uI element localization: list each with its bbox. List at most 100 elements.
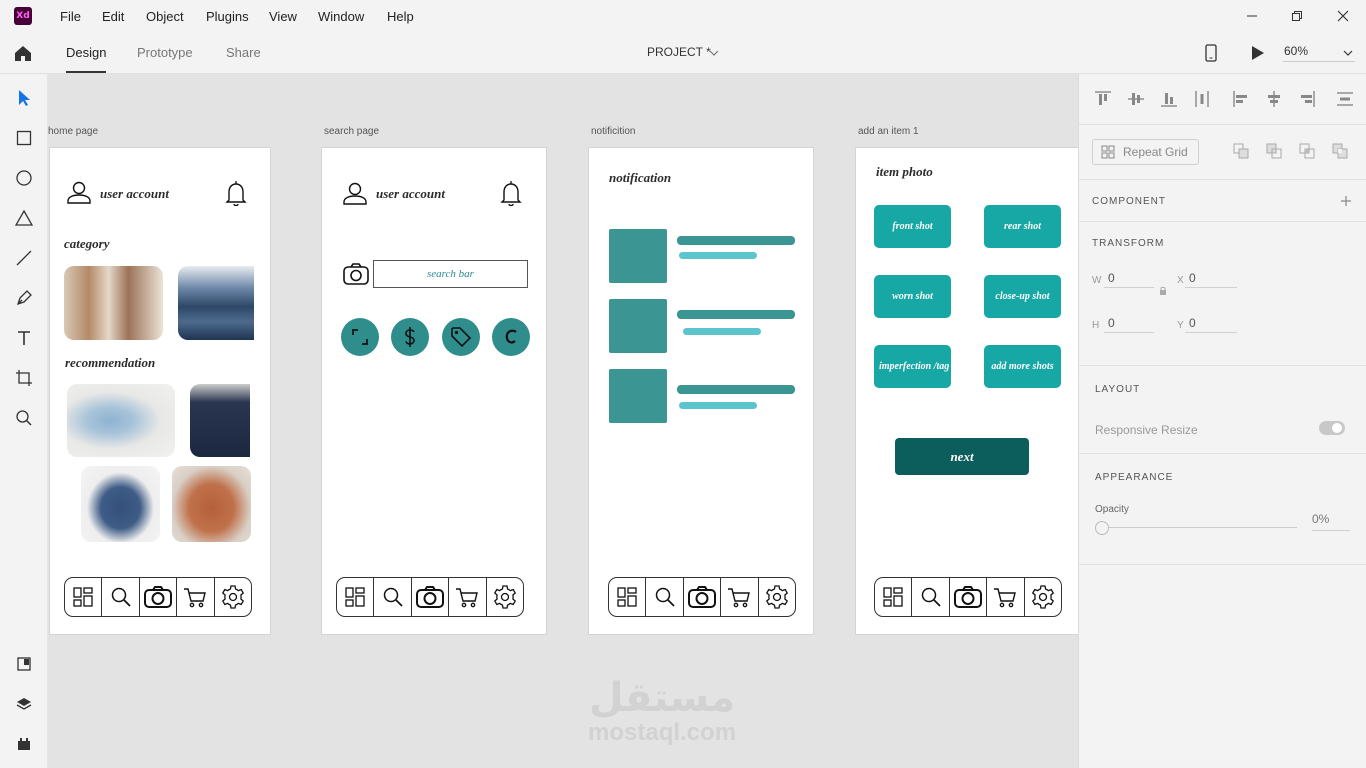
category-photo-clothes[interactable] (64, 266, 163, 340)
menu-file[interactable]: File (60, 9, 81, 24)
boolean-add-icon[interactable] (1232, 142, 1250, 160)
tab-prototype[interactable]: Prototype (137, 45, 193, 60)
rear-shot-button[interactable]: rear shot (984, 205, 1061, 248)
artboard-home-page[interactable]: user account category recommendation (49, 147, 271, 635)
menu-view[interactable]: View (269, 9, 297, 24)
opacity-slider-thumb[interactable] (1095, 521, 1109, 535)
artboard-label-home[interactable]: home page (48, 126, 98, 137)
rectangle-tool-icon[interactable] (12, 126, 36, 150)
artboard-label-add-item[interactable]: add an item 1 (858, 126, 919, 137)
boolean-exclude-icon[interactable] (1331, 142, 1349, 160)
nav-grid-icon[interactable] (875, 578, 913, 616)
nav-search-icon[interactable] (102, 578, 140, 616)
boolean-subtract-icon[interactable] (1265, 142, 1283, 160)
front-shot-button[interactable]: front shot (874, 205, 951, 248)
align-right-icon[interactable] (1297, 89, 1317, 109)
lock-aspect-icon[interactable] (1157, 285, 1169, 297)
nav-camera-icon[interactable] (412, 578, 450, 616)
notification-thumb[interactable] (609, 229, 667, 283)
repeat-grid-button[interactable]: Repeat Grid (1092, 139, 1199, 165)
category-photo-jeans[interactable] (178, 266, 254, 340)
align-bottom-icon[interactable] (1159, 89, 1179, 109)
nav-settings-icon[interactable] (1025, 578, 1061, 616)
close-window-icon[interactable] (1331, 4, 1355, 28)
chevron-down-icon[interactable] (709, 46, 719, 61)
zoom-chevron-icon[interactable] (1343, 46, 1353, 61)
nav-cart-icon[interactable] (987, 578, 1025, 616)
opacity-slider[interactable] (1095, 521, 1297, 535)
menu-help[interactable]: Help (387, 9, 414, 24)
height-field[interactable]: H 0 (1092, 316, 1162, 337)
bell-icon[interactable] (499, 180, 523, 213)
play-preview-icon[interactable] (1250, 44, 1266, 65)
add-more-shots-button[interactable]: add more shots (984, 345, 1061, 388)
menu-plugins[interactable]: Plugins (206, 9, 249, 24)
recommendation-photo-shirt[interactable] (81, 466, 160, 542)
align-left-icon[interactable] (1231, 89, 1251, 109)
expand-filter-button[interactable] (341, 318, 379, 356)
imperfection-tag-button[interactable]: imperfection /tag (874, 345, 951, 388)
nav-grid-icon[interactable] (65, 578, 103, 616)
nav-camera-icon[interactable] (950, 578, 988, 616)
nav-cart-icon[interactable] (449, 578, 487, 616)
home-icon[interactable] (13, 43, 33, 66)
nav-search-icon[interactable] (912, 578, 950, 616)
text-tool-icon[interactable] (12, 326, 36, 350)
tab-design[interactable]: Design (66, 45, 107, 73)
ellipse-tool-icon[interactable] (12, 166, 36, 190)
plugins-icon[interactable] (12, 732, 36, 756)
artboard-tool-icon[interactable] (12, 366, 36, 390)
zoom-level[interactable]: 60% (1284, 44, 1308, 58)
menu-edit[interactable]: Edit (102, 9, 124, 24)
distribute-vertical-icon[interactable] (1335, 89, 1355, 109)
nav-settings-icon[interactable] (215, 578, 251, 616)
polygon-tool-icon[interactable] (12, 206, 36, 230)
distribute-horizontal-icon[interactable] (1192, 89, 1212, 109)
align-center-icon[interactable] (1264, 89, 1284, 109)
nav-settings-icon[interactable] (487, 578, 523, 616)
notification-thumb[interactable] (609, 299, 667, 353)
tab-share[interactable]: Share (226, 45, 261, 60)
line-tool-icon[interactable] (12, 246, 36, 270)
assets-icon[interactable] (12, 652, 36, 676)
nav-grid-icon[interactable] (337, 578, 375, 616)
bell-icon[interactable] (224, 180, 248, 213)
nav-camera-icon[interactable] (684, 578, 722, 616)
add-component-icon[interactable] (1339, 194, 1353, 208)
layers-icon[interactable] (12, 692, 36, 716)
zoom-tool-icon[interactable] (12, 406, 36, 430)
nav-settings-icon[interactable] (759, 578, 795, 616)
tag-filter-button[interactable] (442, 318, 480, 356)
camera-search-icon[interactable] (342, 262, 370, 291)
recommendation-photo-tshirt[interactable] (67, 384, 175, 457)
nav-cart-icon[interactable] (177, 578, 215, 616)
menu-window[interactable]: Window (318, 9, 364, 24)
menu-object[interactable]: Object (146, 9, 184, 24)
next-button[interactable]: next (895, 438, 1029, 475)
price-filter-button[interactable] (391, 318, 429, 356)
align-top-icon[interactable] (1093, 89, 1113, 109)
minimize-icon[interactable] (1240, 4, 1264, 28)
worn-shot-button[interactable]: worn shot (874, 275, 951, 318)
design-canvas[interactable]: home page user account category recommen… (48, 74, 1078, 768)
nav-grid-icon[interactable] (609, 578, 647, 616)
select-tool-icon[interactable] (12, 86, 36, 110)
document-title[interactable]: PROJECT * (647, 45, 711, 59)
notification-thumb[interactable] (609, 369, 667, 423)
device-preview-icon[interactable] (1204, 43, 1218, 66)
pen-tool-icon[interactable] (12, 286, 36, 310)
nav-search-icon[interactable] (374, 578, 412, 616)
y-field[interactable]: Y 0 (1177, 316, 1247, 337)
artboard-search-page[interactable]: user account search bar (321, 147, 547, 635)
artboard-label-search[interactable]: search page (324, 126, 379, 137)
width-field[interactable]: W 0 (1092, 271, 1162, 292)
artboard-add-item[interactable]: item photo front shot rear shot worn sho… (855, 147, 1078, 635)
recommendation-photo-jacket[interactable] (172, 466, 251, 542)
x-field[interactable]: X 0 (1177, 271, 1247, 292)
brand-filter-button[interactable] (492, 318, 530, 356)
artboard-label-notification[interactable]: notificition (591, 126, 635, 137)
nav-camera-icon[interactable] (140, 578, 178, 616)
close-up-shot-button[interactable]: close-up shot (984, 275, 1061, 318)
artboard-notification[interactable]: notification (588, 147, 814, 635)
boolean-intersect-icon[interactable] (1298, 142, 1316, 160)
